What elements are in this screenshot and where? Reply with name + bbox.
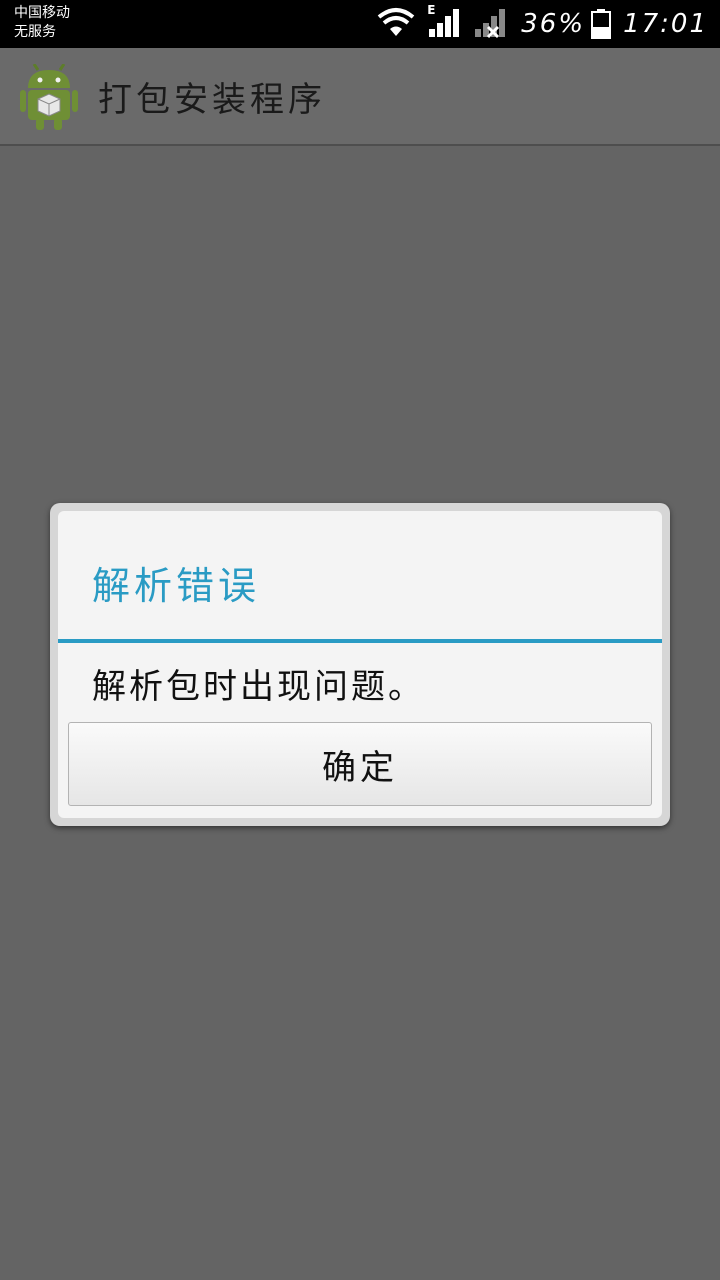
service-status: 无服务 [14,24,56,40]
error-dialog: 解析错误 解析包时出现问题。 确定 [50,503,670,826]
network-type-label: E [427,3,436,17]
dialog-message: 解析包时出现问题。 [92,667,425,707]
app-title: 打包安装程序 [98,80,326,120]
dialog-title: 解析错误 [92,564,261,608]
battery-icon [591,9,612,39]
dialog-panel: 解析错误 解析包时出现问题。 确定 [58,511,662,818]
wifi-icon [375,6,417,42]
clock: 17:01 [623,9,708,39]
action-bar: 打包安装程序 [0,48,720,146]
carrier-name: 中国移动 [14,5,70,21]
android-package-installer-icon[interactable] [20,63,78,130]
status-icons: E 36% 17:01 [365,0,708,48]
battery-percent: 36% [521,9,586,39]
signal-icon: E [427,3,463,43]
carrier-info: 中国移动 无服务 [14,4,70,42]
title-divider [58,639,662,643]
ok-button[interactable]: 确定 [68,722,652,806]
no-signal-icon [473,5,509,43]
status-bar: 中国移动 无服务 E 36% 17:01 [0,0,720,48]
